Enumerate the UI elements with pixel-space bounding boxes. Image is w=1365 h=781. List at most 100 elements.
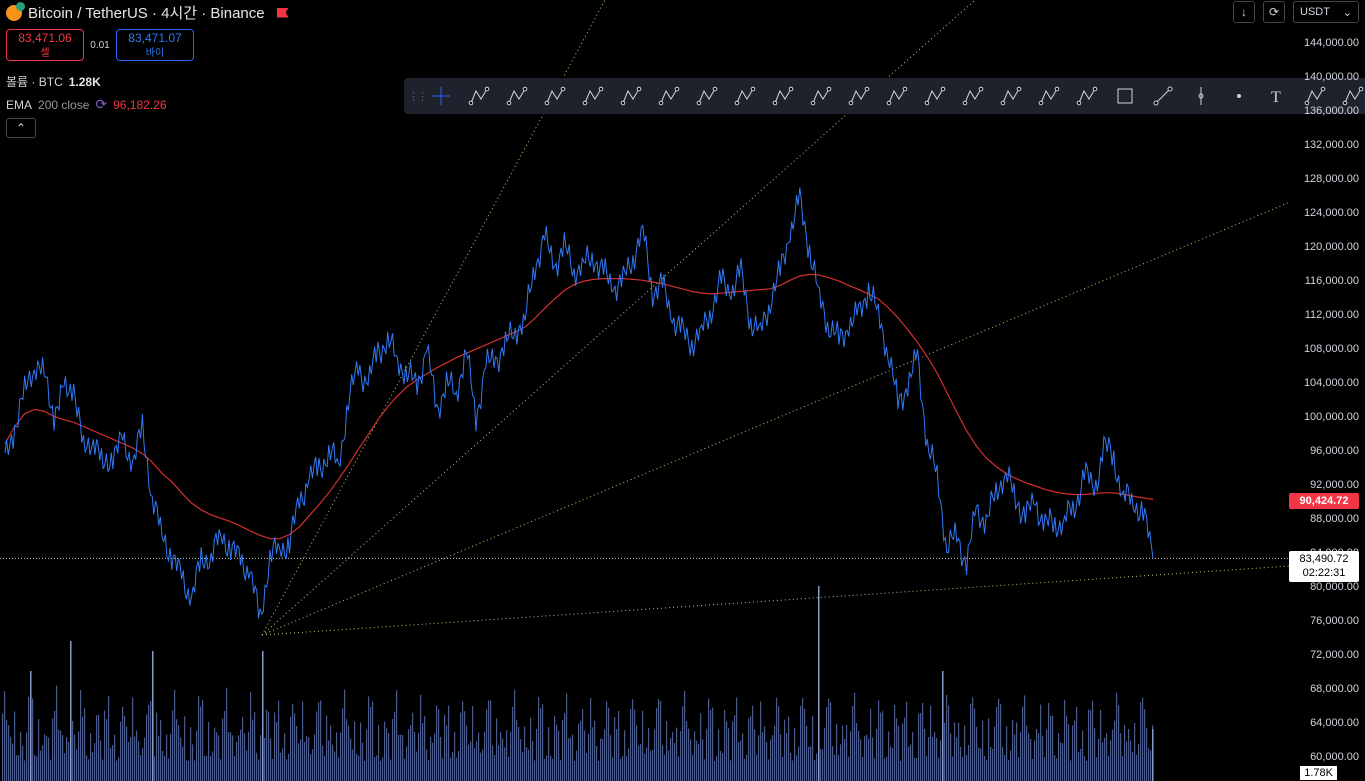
volume-bar: [82, 716, 84, 781]
volume-bar: [918, 713, 920, 781]
volume-bar: [58, 729, 60, 781]
volume-bar: [170, 733, 172, 781]
rectangle-icon[interactable]: [1106, 78, 1144, 114]
volume-bar: [986, 759, 988, 781]
volume-bar: [610, 735, 612, 781]
volume-bar: [666, 721, 668, 781]
volume-bar: [1112, 729, 1114, 781]
volume-bar: [1084, 756, 1086, 781]
refresh-icon[interactable]: ⟳: [95, 96, 107, 113]
volume-tag: 1.78K: [1300, 766, 1337, 780]
ema-legend[interactable]: EMA 200 close ⟳ 96,182.26: [6, 96, 167, 113]
line-icon[interactable]: [1144, 78, 1182, 114]
head-shoulders-icon[interactable]: [992, 78, 1030, 114]
volume-bar: [900, 760, 902, 781]
three-drives-icon[interactable]: [1068, 78, 1106, 114]
volume-bar: [96, 715, 98, 781]
volume-bar: [252, 719, 254, 781]
volume-bar: [34, 755, 36, 781]
volume-bar: [614, 717, 616, 781]
volume-bar: [560, 759, 562, 781]
volume-bar: [86, 755, 88, 781]
volume-bar: [664, 754, 666, 781]
crosshair-icon[interactable]: [422, 78, 460, 114]
currency-select[interactable]: USDT ⌄: [1293, 1, 1359, 23]
text-icon[interactable]: T: [1258, 78, 1296, 114]
ray-icon[interactable]: [878, 78, 916, 114]
volume-bar: [738, 742, 740, 781]
vertical-line-icon[interactable]: [1182, 78, 1220, 114]
volume-bar: [1038, 733, 1040, 781]
volume-bar: [858, 730, 860, 781]
volume-bar: [40, 750, 42, 781]
volume-bar: [1008, 759, 1010, 781]
volume-bar: [564, 713, 566, 781]
volume-bar: [690, 739, 692, 781]
pitchfork-icon[interactable]: [460, 78, 498, 114]
volume-bar: [846, 724, 848, 781]
parallel-channel-icon[interactable]: [536, 78, 574, 114]
regression-trend-icon[interactable]: [574, 78, 612, 114]
price-axis-label: 140,000.00: [1303, 71, 1359, 83]
volume-bar: [638, 745, 640, 781]
triangle-pattern-icon[interactable]: [1030, 78, 1068, 114]
volume-bar: [510, 731, 512, 781]
15-wave-icon[interactable]: [802, 78, 840, 114]
volume-bar: [1114, 720, 1116, 781]
volume-bar: [382, 757, 384, 781]
volume-bar: [190, 727, 192, 781]
volume-legend[interactable]: 볼륨 · BTC 1.28K: [6, 73, 101, 90]
volume-bar: [498, 745, 500, 781]
price-axis-label: 108,000.00: [1303, 343, 1359, 355]
flag-icon[interactable]: [954, 78, 992, 114]
volume-bar: [802, 697, 804, 781]
volume-bar: [140, 755, 142, 781]
ac-pattern-icon[interactable]: [726, 78, 764, 114]
wz-wave-icon[interactable]: [764, 78, 802, 114]
volume-bar: [176, 719, 178, 781]
xabcd-pattern-icon[interactable]: [650, 78, 688, 114]
volume-bar: [688, 728, 690, 781]
volume-bar: [136, 730, 138, 781]
chart-canvas[interactable]: [0, 0, 1365, 781]
flag-icon[interactable]: [276, 7, 289, 18]
volume-bar: [1010, 750, 1012, 781]
volume-bar: [508, 756, 510, 781]
volume-bar: [1118, 705, 1120, 781]
volume-bar: [568, 738, 570, 781]
buy-button[interactable]: 83,471.07 바이: [116, 29, 194, 61]
volume-bar: [76, 749, 78, 781]
volume-bar: [506, 730, 508, 781]
volume-label: 볼륨 · BTC: [6, 75, 63, 89]
volume-bar: [1072, 725, 1074, 781]
collapse-legend-button[interactable]: ⌃: [6, 118, 36, 138]
symbol-title[interactable]: Bitcoin / TetherUS · 4시간 · Binance: [28, 2, 265, 23]
volume-bar: [848, 756, 850, 781]
volume-bar: [406, 746, 408, 781]
volume-bar: [6, 719, 8, 781]
fib-retracement-icon[interactable]: [612, 78, 650, 114]
volume-bar: [134, 736, 136, 781]
volume-bar: [292, 703, 294, 781]
sell-button[interactable]: 83,471.06 셀: [6, 29, 84, 61]
arrow-down-icon[interactable]: ↓: [1233, 1, 1255, 23]
volume-bar: [404, 758, 406, 781]
trend-line-icon[interactable]: [498, 78, 536, 114]
dot-icon[interactable]: [1220, 78, 1258, 114]
abcd-pattern-icon[interactable]: [688, 78, 726, 114]
refresh-button-icon[interactable]: ⟳: [1263, 1, 1285, 23]
volume-bar: [188, 760, 190, 781]
volume-bar: [1020, 731, 1022, 781]
volume-bar: [74, 734, 76, 781]
gann-box-icon[interactable]: [916, 78, 954, 114]
price-axis-label: 116,000.00: [1304, 275, 1359, 287]
volume-bar: [936, 737, 938, 781]
volume-bar: [242, 716, 244, 781]
volume-bar: [824, 727, 826, 781]
volume-bar: [1086, 760, 1088, 781]
ema-value: 96,182.26: [113, 97, 167, 112]
volume-bar: [88, 759, 90, 781]
volume-bar: [476, 741, 478, 781]
wy-wave-icon[interactable]: [840, 78, 878, 114]
drag-handle-icon[interactable]: ⋮⋮: [408, 90, 428, 103]
